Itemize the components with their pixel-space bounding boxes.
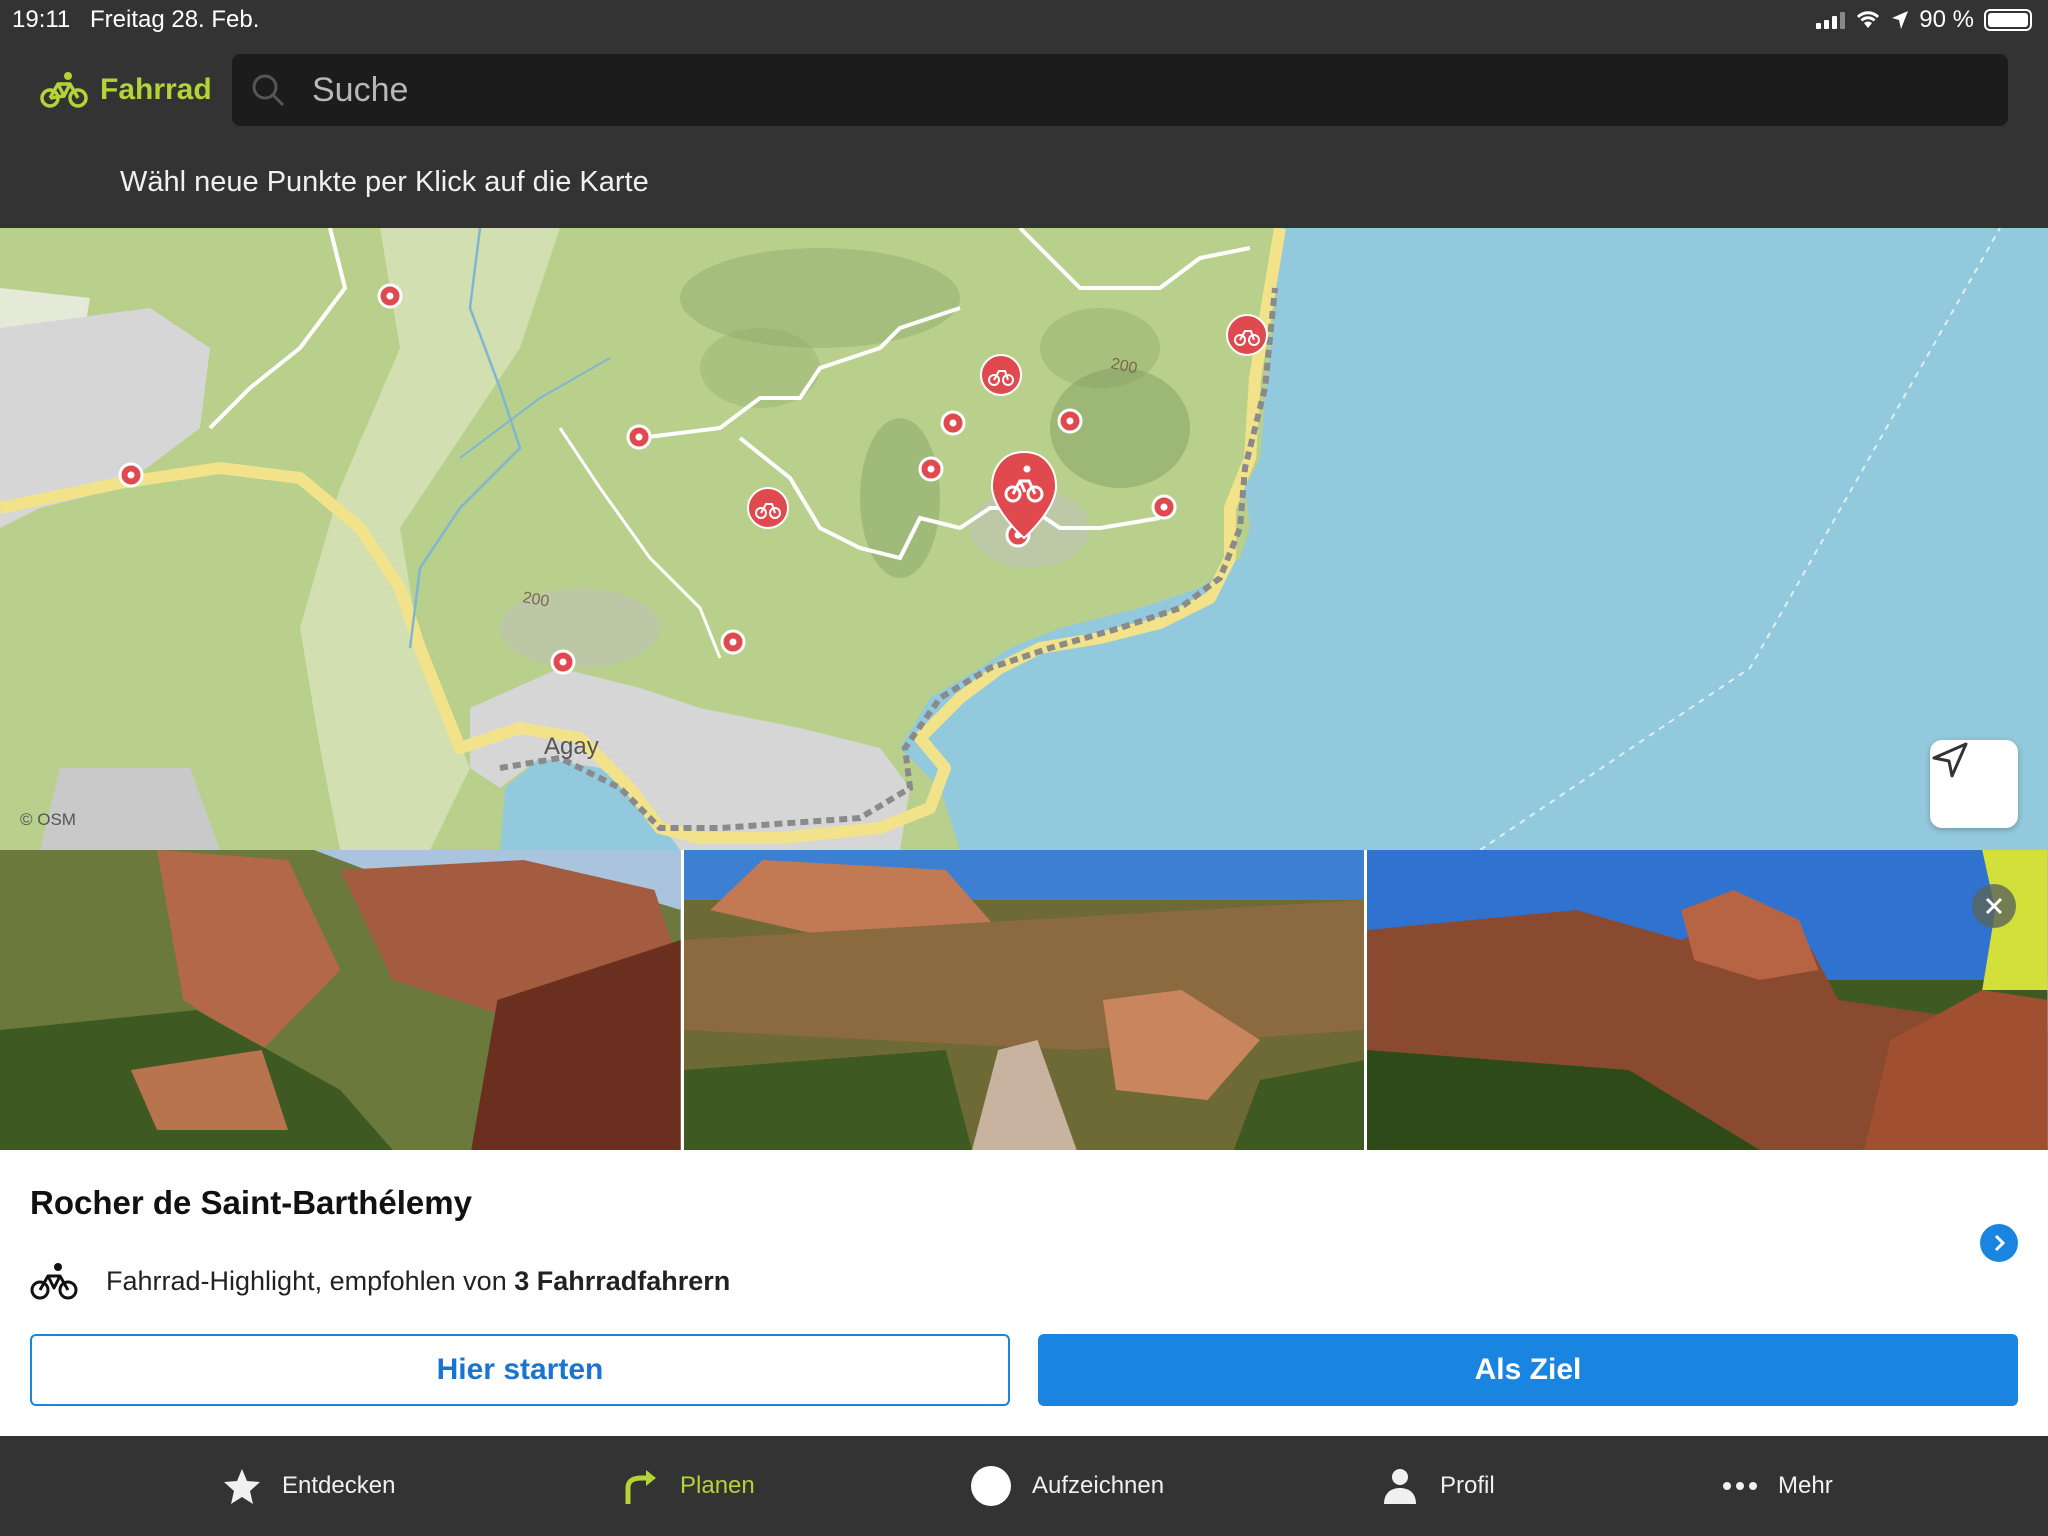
search-input[interactable] [312,54,1972,126]
photo-strip[interactable] [0,850,2048,1150]
location-arrow-icon [1892,11,1909,29]
town-label: Agay [544,733,599,760]
map-attribution: © OSM [20,810,76,829]
person-icon [1384,1469,1416,1504]
status-date: Freitag 28. Feb. [90,6,260,33]
top-header: Fahrrad Wähl neue Punkte per Klick auf d… [0,40,2048,228]
navigation-arrow-icon [1932,742,1968,778]
description-prefix: Fahrrad-Highlight, empfohlen von [106,1265,515,1296]
photo-image [683,850,1365,1150]
cellular-signal-icon [1816,11,1846,29]
battery-percentage: 90 % [1919,6,1974,33]
map-canvas[interactable]: 200 200 Agay [0,228,2048,850]
highlight-photo[interactable] [1367,850,2048,1150]
wifi-icon [1857,11,1880,28]
highlight-photo[interactable] [0,850,681,1150]
sport-label: Fahrrad [100,73,212,106]
highlight-info-panel: Rocher de Saint-Barthélemy Fahrrad-Highl… [0,1150,2048,1436]
tab-label: Profil [1440,1472,1495,1499]
tab-label: Entdecken [282,1472,396,1499]
tab-label: Planen [680,1472,755,1499]
more-dots-icon [1723,1482,1757,1490]
star-icon [224,1469,260,1504]
start-here-button[interactable]: Hier starten [30,1334,1010,1406]
tab-profil[interactable]: Profil [1380,1436,1495,1536]
photo-image [0,850,681,1150]
details-button[interactable] [1980,1224,2018,1262]
chevron-right-icon [1994,1234,2006,1252]
status-indicators: 90 % [1816,6,2032,34]
recommendation-count: 3 Fahrradfahrern [514,1265,731,1296]
description-text: Fahrrad-Highlight, empfohlen von 3 Fahrr… [106,1266,730,1297]
bicycle-icon [30,1263,78,1300]
close-button[interactable] [1972,884,2016,928]
tab-label: Mehr [1778,1472,1833,1499]
photo-image [1367,850,2048,1150]
bottom-tab-bar: Entdecken Planen Aufzeichnen Profil Mehr [0,1436,2048,1536]
locate-me-button[interactable] [1930,740,2018,828]
tab-label: Aufzeichnen [1032,1472,1165,1499]
sport-selector[interactable]: Fahrrad [40,70,212,110]
highlight-title: Rocher de Saint-Barthélemy [30,1184,472,1221]
status-bar: 19:11 Freitag 28. Feb. 90 % [0,0,2048,40]
tab-entdecken[interactable]: Entdecken [222,1436,395,1536]
highlight-photo[interactable] [683,850,1365,1150]
tab-mehr[interactable]: Mehr [1722,1436,1833,1536]
route-arrow-icon [625,1470,656,1504]
battery-icon [1984,9,2032,31]
close-icon [1985,897,2003,915]
highlight-description: Fahrrad-Highlight, empfohlen von 3 Fahrr… [30,1260,730,1302]
bicycle-icon [40,72,88,108]
status-time: 19:11 [12,6,71,33]
tab-planen[interactable]: Planen [620,1436,755,1536]
record-circle-icon [971,1466,1011,1506]
search-icon [252,74,285,107]
search-bar[interactable] [232,54,2008,126]
map-view[interactable]: 200 200 Agay © OSM [0,228,2048,850]
tab-aufzeichnen[interactable]: Aufzeichnen [970,1436,1164,1536]
set-destination-button[interactable]: Als Ziel [1038,1334,2018,1406]
map-hint-text: Wähl neue Punkte per Klick auf die Karte [120,166,649,198]
